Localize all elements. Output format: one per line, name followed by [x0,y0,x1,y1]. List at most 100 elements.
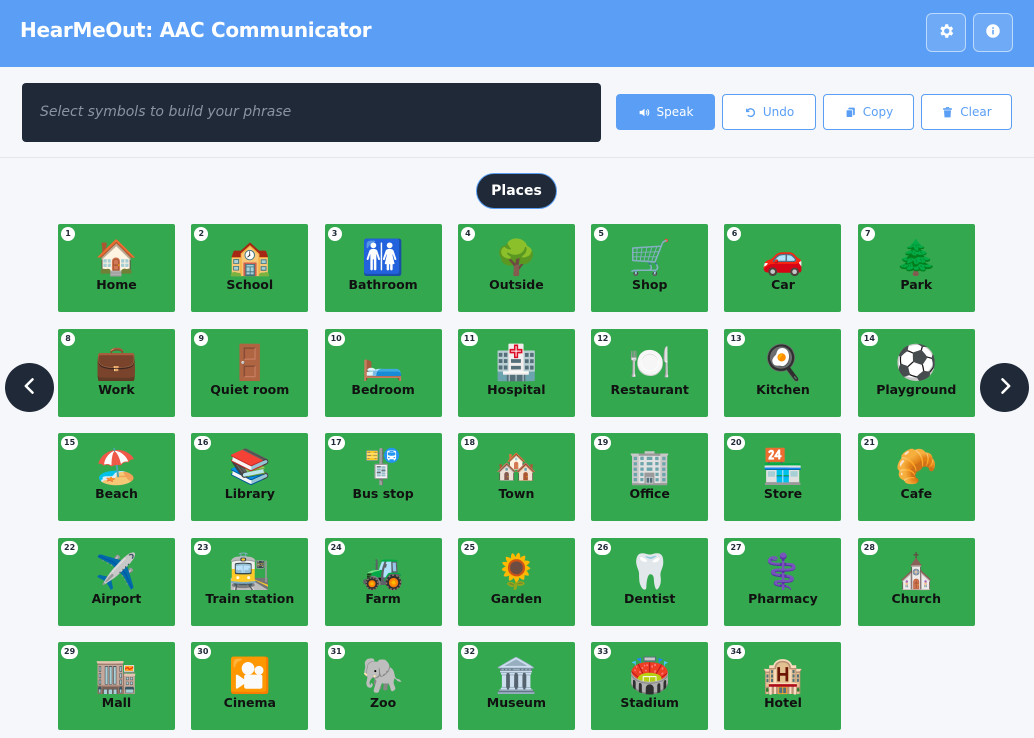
symbol-label: Bedroom [351,381,415,397]
app-title: HearMeOut: AAC Communicator [20,18,372,42]
symbol-tile[interactable]: 29 🏬 Mall [58,642,175,730]
symbol-tile[interactable]: 8 💼 Work [58,328,175,417]
chevron-left-icon [20,376,40,400]
symbol-tile[interactable]: 14 ⚽ Playground [857,328,975,417]
symbol-label: Pharmacy [748,590,818,606]
symbol-icon: 🏢 [628,447,671,487]
symbol-icon: ⛪ [895,551,938,592]
symbol-label: Zoo [369,695,397,710]
symbol-icon: 🌻 [495,551,538,592]
symbol-tile[interactable]: 4 🌳 Outside [457,224,575,312]
symbol-icon: 🏟️ [628,656,671,696]
symbol-label: Restaurant [610,381,689,397]
symbol-tile[interactable]: 23 🚉 Train station [191,537,309,626]
symbol-icon: 🏫 [228,238,271,278]
symbol-label: Bus stop [352,486,414,501]
symbol-label: Library [224,486,275,501]
symbol-tile[interactable]: 19 🏢 Office [591,433,709,521]
symbol-tile[interactable]: 32 🏛️ Museum [457,642,575,730]
info-button[interactable] [973,13,1013,52]
symbol-label: Garden [490,590,542,606]
symbol-tile[interactable]: 17 🚏 Bus stop [324,433,442,521]
symbol-icon: ✈️ [95,551,138,592]
symbol-icon: 🏘️ [495,447,538,487]
symbol-icon: 🦷 [628,551,671,592]
symbol-tile[interactable]: 5 🛒 Shop [591,224,709,312]
symbol-grid: 1 🏠 Home 2 🏫 School 3 🚻 Bathroom 4 🌳 Outside 5 🛒 Shop 6… [58,224,975,730]
symbol-icon: 🛏️ [361,342,405,383]
symbol-label: Bathroom [348,277,418,292]
symbol-tile[interactable]: 16 📚 Library [191,433,309,521]
symbol-tile[interactable]: 9 🚪 Quiet room [191,328,309,417]
symbol-label: Outside [489,277,544,292]
symbol-label: Shop [631,277,668,292]
symbol-label: Kitchen [756,381,810,397]
symbol-label: Mall [101,695,132,710]
info-icon [984,22,1002,44]
symbol-tile[interactable]: 12 🍽️ Restaurant [591,328,709,417]
symbol-tile[interactable]: 18 🏘️ Town [457,433,575,521]
symbol-label: Playground [876,381,957,397]
undo-icon [744,106,757,119]
symbol-icon: 🏬 [95,656,138,696]
symbol-label: Farm [365,590,401,606]
copy-label: Copy [862,105,894,119]
symbol-tile[interactable]: 21 🥐 Cafe [857,433,975,521]
symbol-tile[interactable]: 15 🏖️ Beach [58,433,175,521]
phrase-bar[interactable]: Select symbols to build your phrase [22,83,601,142]
symbol-label: Beach [95,486,138,501]
symbol-label: Office [629,486,670,501]
symbol-icon: 📚 [228,447,271,487]
category-pill[interactable]: Places [476,173,557,209]
symbol-icon: 🌲 [895,238,938,278]
symbol-tile[interactable]: 1 🏠 Home [58,224,175,312]
symbol-icon: 🏥 [495,342,538,383]
speak-button[interactable]: Speak [616,94,715,130]
symbol-tile[interactable]: 27 ⚕️ Pharmacy [724,537,842,626]
symbol-tile[interactable]: 11 🏥 Hospital [457,328,575,417]
symbol-icon: 🌳 [495,238,538,278]
symbol-icon: 🏨 [761,656,805,696]
symbol-icon: 🚏 [361,447,405,487]
symbol-tile[interactable]: 33 🏟️ Stadium [591,642,709,730]
clear-button[interactable]: Clear [921,94,1012,130]
symbol-tile[interactable]: 31 🐘 Zoo [324,642,442,730]
settings-button[interactable] [926,13,966,52]
phrase-placeholder: Select symbols to build your phrase [40,104,292,120]
symbol-icon: 🏖️ [95,447,138,487]
symbol-label: Dentist [623,590,676,606]
symbol-icon: 🎦 [228,656,271,696]
copy-button[interactable]: Copy [823,94,914,130]
symbol-icon: 🚉 [228,551,271,592]
symbol-tile[interactable]: 34 🏨 Hotel [724,642,842,730]
symbol-tile[interactable]: 3 🚻 Bathroom [324,224,442,312]
symbol-tile[interactable]: 26 🦷 Dentist [591,537,709,626]
previous-page-button[interactable] [5,363,54,412]
symbol-tile[interactable]: 20 🏪 Store [724,433,842,521]
symbol-tile[interactable]: 22 ✈️ Airport [58,537,175,626]
symbol-tile[interactable]: 30 🎦 Cinema [191,642,309,730]
symbol-tile[interactable]: 24 🚜 Farm [324,537,442,626]
symbol-label: Town [498,486,535,501]
symbol-icon: 🚗 [761,238,805,278]
symbol-tile[interactable]: 13 🍳 Kitchen [724,328,842,417]
copy-icon [844,106,857,119]
symbol-tile[interactable]: 7 🌲 Park [857,224,975,312]
chevron-right-icon [995,376,1015,400]
symbol-label: Cafe [900,486,933,501]
symbol-tile[interactable]: 28 ⛪ Church [857,537,975,626]
symbol-tile[interactable]: 6 🚗 Car [724,224,842,312]
symbol-label: Hospital [487,381,546,397]
symbol-label: Train station [205,590,295,606]
symbol-icon: 🐘 [361,656,405,696]
symbol-icon: 🚜 [361,551,405,592]
symbol-label: Home [96,277,137,292]
gear-icon [937,22,955,44]
symbol-label: Church [891,590,941,606]
symbol-tile[interactable]: 2 🏫 School [191,224,309,312]
symbol-icon: 🏪 [761,447,805,487]
next-page-button[interactable] [980,363,1029,412]
symbol-tile[interactable]: 25 🌻 Garden [457,537,575,626]
symbol-tile[interactable]: 10 🛏️ Bedroom [324,328,442,417]
undo-button[interactable]: Undo [722,94,816,130]
